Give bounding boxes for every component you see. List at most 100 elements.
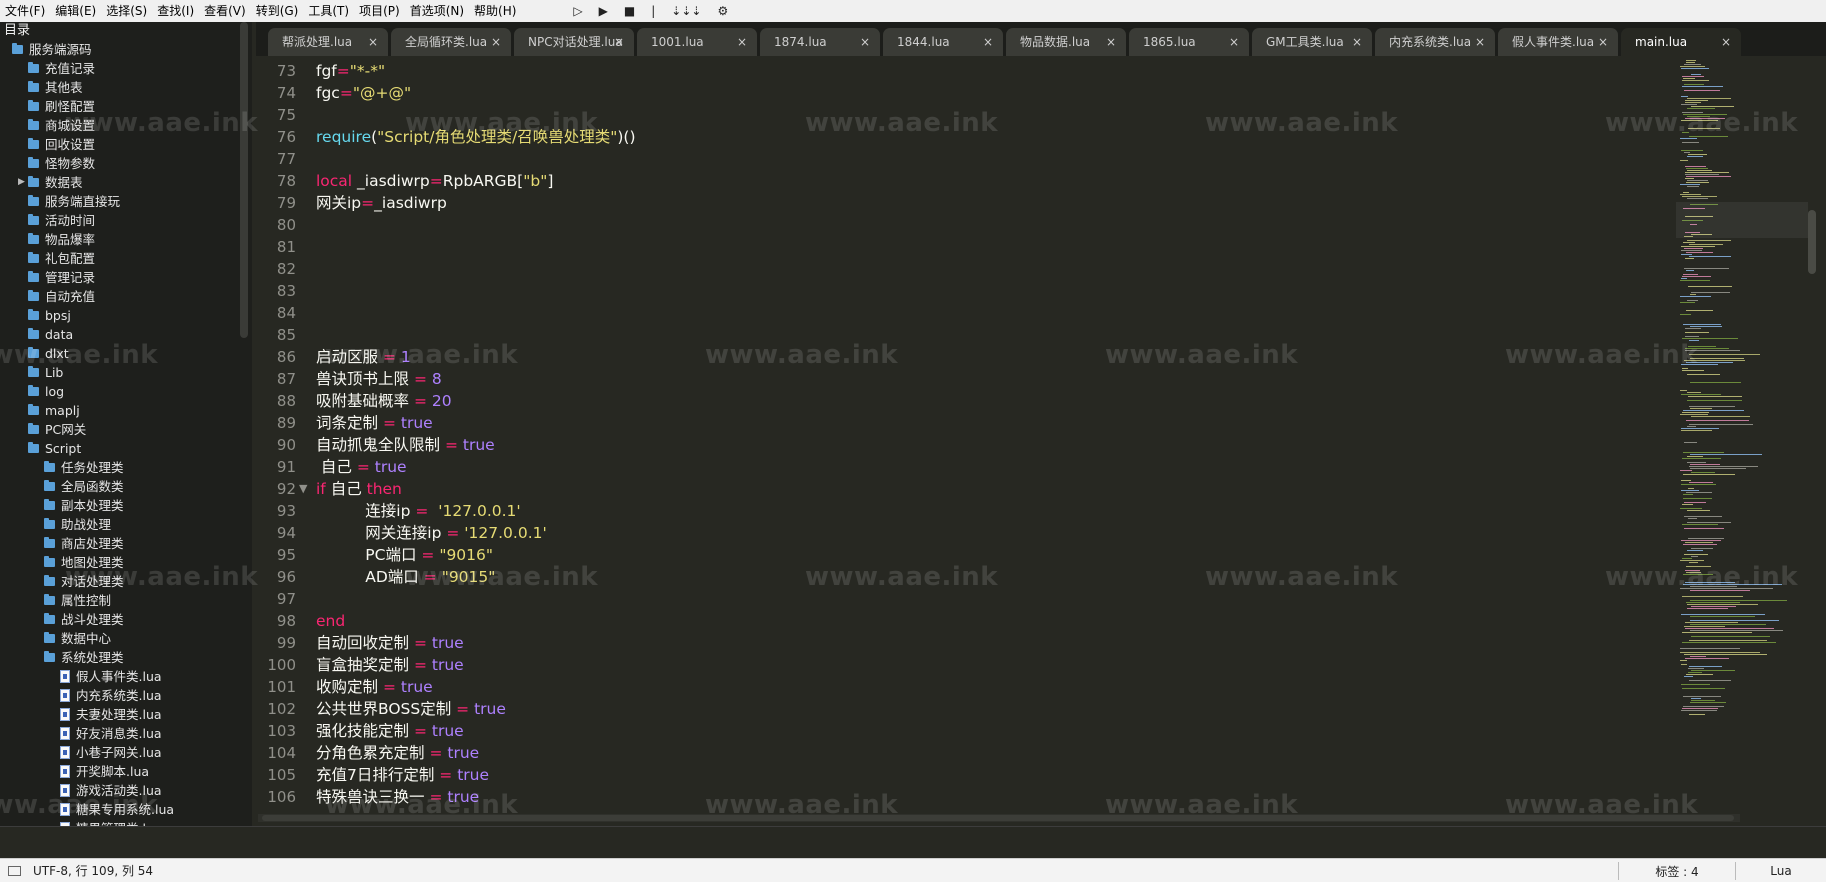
code-line[interactable]: 97 [256, 588, 1656, 610]
tab[interactable]: 全局循环类.lua × [391, 28, 511, 56]
minimap[interactable] [1676, 56, 1816, 814]
code-line[interactable]: 98 end [256, 610, 1656, 632]
code-line[interactable]: 93 连接ip = '127.0.0.1' [256, 500, 1656, 522]
vertical-scrollbar[interactable] [1808, 210, 1816, 274]
code-line[interactable]: 85 [256, 324, 1656, 346]
panel-toggle-icon[interactable] [8, 865, 21, 876]
tree-folder[interactable]: 副本处理类 [0, 496, 252, 515]
tree-folder[interactable]: 回收设置 [0, 135, 252, 154]
code-line[interactable]: 73 fgf="*-*" [256, 60, 1656, 82]
code-line[interactable]: 77 [256, 148, 1656, 170]
tree-folder[interactable]: 管理记录 [0, 268, 252, 287]
code-line[interactable]: 91 自己 = true [256, 456, 1656, 478]
code-line[interactable]: 89 词条定制 = true [256, 412, 1656, 434]
close-icon[interactable]: × [983, 28, 993, 56]
tree-folder[interactable]: maplj [0, 401, 252, 420]
tab[interactable]: NPC对话处理.lua × [514, 28, 634, 56]
run-icon[interactable]: ▶ [599, 4, 608, 18]
status-encoding-position[interactable]: UTF-8, 行 109, 列 54 [33, 862, 153, 879]
code-line[interactable]: 81 [256, 236, 1656, 258]
separator-icon[interactable]: | [651, 4, 655, 18]
menu-item[interactable]: 转到(G) [251, 0, 304, 22]
close-icon[interactable]: × [1475, 28, 1485, 56]
tree-folder[interactable]: bpsj [0, 306, 252, 325]
code-line[interactable]: 102 公共世界BOSS定制 = true [256, 698, 1656, 720]
tree-folder[interactable]: 商店处理类 [0, 534, 252, 553]
tree-folder[interactable]: 服务端直接玩 [0, 192, 252, 211]
tab[interactable]: 1844.lua × [883, 28, 1003, 56]
horizontal-scrollbar[interactable] [258, 814, 1740, 822]
close-icon[interactable]: × [1352, 28, 1362, 56]
tree-file[interactable]: 糖果专用系统.lua [0, 800, 252, 819]
menu-item[interactable]: 工具(T) [303, 0, 354, 22]
code-line[interactable]: 74 fgc="@+@" [256, 82, 1656, 104]
code-line[interactable]: 88 吸附基础概率 = 20 [256, 390, 1656, 412]
code-line[interactable]: 83 [256, 280, 1656, 302]
code-line[interactable]: 92 ▼ if 自己 then [256, 478, 1656, 500]
tree-folder[interactable]: 战斗处理类 [0, 610, 252, 629]
code-line[interactable]: 84 [256, 302, 1656, 324]
code-line[interactable]: 105 充值7日排行定制 = true [256, 764, 1656, 786]
code-line[interactable]: 106 特殊兽诀三换一 = true [256, 786, 1656, 808]
run-outline-icon[interactable]: ▷ [573, 4, 582, 18]
settings-icon[interactable]: ⚙ [717, 4, 728, 18]
menu-item[interactable]: 文件(F) [0, 0, 50, 22]
close-icon[interactable]: × [737, 28, 747, 56]
close-icon[interactable]: × [368, 28, 378, 56]
menu-item[interactable]: 项目(P) [354, 0, 405, 22]
close-icon[interactable]: × [614, 28, 624, 56]
status-indentation[interactable]: 标签 : 4 [1619, 863, 1735, 880]
close-icon[interactable]: × [1229, 28, 1239, 56]
code-line[interactable]: 99 自动回收定制 = true [256, 632, 1656, 654]
tab[interactable]: 物品数据.lua × [1006, 28, 1126, 56]
tree-folder[interactable]: 物品爆率 [0, 230, 252, 249]
tab[interactable]: GM工具类.lua × [1252, 28, 1372, 56]
stop-icon[interactable]: ■ [624, 4, 635, 18]
code-line[interactable]: 86 启动区服 = 1 [256, 346, 1656, 368]
tree-folder[interactable]: 对话处理类 [0, 572, 252, 591]
code-line[interactable]: 82 [256, 258, 1656, 280]
horizontal-scrollbar-thumb[interactable] [262, 815, 1734, 821]
close-icon[interactable]: × [1721, 28, 1731, 56]
tree-folder[interactable]: 其他表 [0, 78, 252, 97]
status-syntax[interactable]: Lua [1736, 864, 1826, 878]
tab[interactable]: 1865.lua × [1129, 28, 1249, 56]
menu-item[interactable]: 查找(I) [152, 0, 199, 22]
sidebar-scrollbar[interactable] [240, 22, 248, 338]
code-line[interactable]: 96 AD端口 = "9015" [256, 566, 1656, 588]
tree-folder[interactable]: 充值记录 [0, 59, 252, 78]
tree-folder[interactable]: 全局函数类 [0, 477, 252, 496]
tree-folder[interactable]: 属性控制 [0, 591, 252, 610]
code-line[interactable]: 76 require("Script/角色处理类/召唤兽处理类")() [256, 126, 1656, 148]
menu-item[interactable]: 查看(V) [199, 0, 251, 22]
menu-item[interactable]: 编辑(E) [50, 0, 101, 22]
code-line[interactable]: 87 兽诀顶书上限 = 8 [256, 368, 1656, 390]
tree-folder[interactable]: 地图处理类 [0, 553, 252, 572]
chevron-right-icon[interactable]: ▶ [18, 173, 28, 192]
code-line[interactable]: 95 PC端口 = "9016" [256, 544, 1656, 566]
code-line[interactable]: 79 网关ip=_iasdiwrp [256, 192, 1656, 214]
tab-active[interactable]: main.lua × [1621, 28, 1741, 56]
tree-file[interactable]: 好友消息类.lua [0, 724, 252, 743]
tree-folder[interactable]: 系统处理类 [0, 648, 252, 667]
tree-folder[interactable]: 服务端源码 [0, 40, 252, 59]
step-icon[interactable]: ⇣⇣⇣ [671, 4, 701, 18]
tab[interactable]: 假人事件类.lua × [1498, 28, 1618, 56]
code-line[interactable]: 75 [256, 104, 1656, 126]
tree-file[interactable]: 假人事件类.lua [0, 667, 252, 686]
tree-folder[interactable]: 活动时间 [0, 211, 252, 230]
tree-folder[interactable]: Lib [0, 363, 252, 382]
code-line[interactable]: 103 强化技能定制 = true [256, 720, 1656, 742]
menu-item[interactable]: 帮助(H) [469, 0, 521, 22]
tree-folder[interactable]: 助战处理 [0, 515, 252, 534]
code-line[interactable]: 80 [256, 214, 1656, 236]
tree-folder[interactable]: log [0, 382, 252, 401]
tree-folder[interactable]: Script [0, 439, 252, 458]
menu-item[interactable]: 首选项(N) [405, 0, 469, 22]
tree-folder[interactable]: PC网关 [0, 420, 252, 439]
tab[interactable]: 帮派处理.lua × [268, 28, 388, 56]
tree-folder[interactable]: ▶ 数据表 [0, 173, 252, 192]
tree-file[interactable]: 游戏活动类.lua [0, 781, 252, 800]
close-icon[interactable]: × [860, 28, 870, 56]
tree-folder[interactable]: dlxt [0, 344, 252, 363]
